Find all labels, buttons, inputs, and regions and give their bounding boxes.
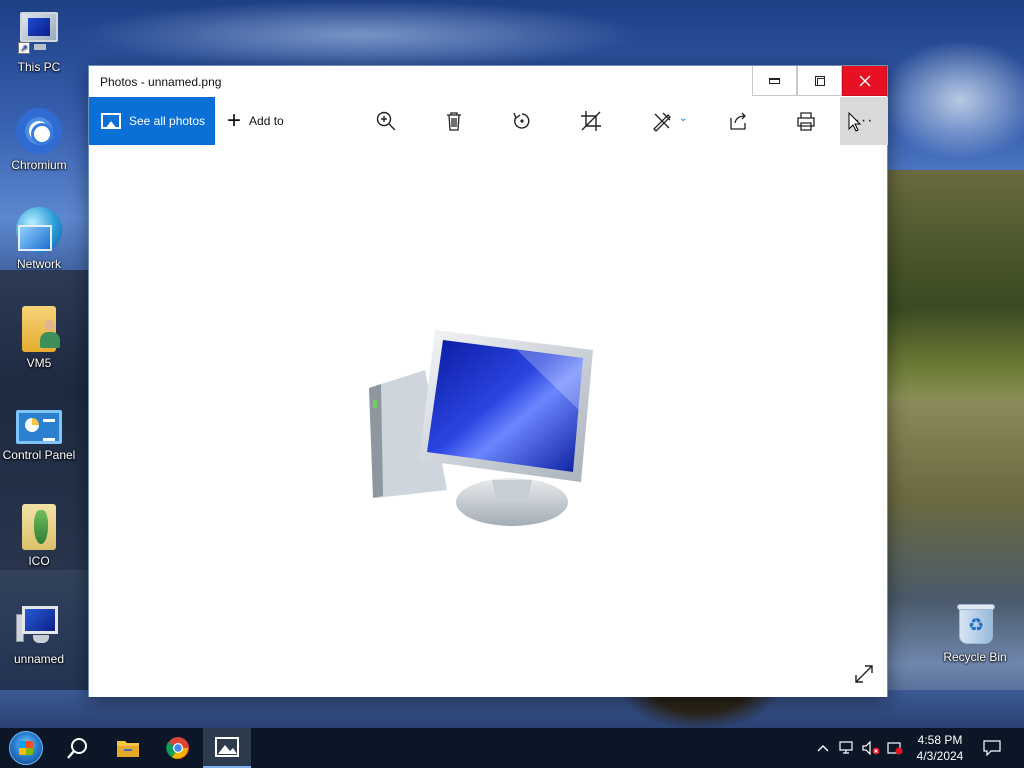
file-explorer-icon — [117, 741, 139, 757]
desktop-icon-network[interactable]: Network — [0, 207, 79, 271]
delete-button[interactable] — [439, 107, 469, 135]
chevron-down-icon[interactable]: ⌄ — [679, 113, 687, 124]
desktop-icon-label: Network — [16, 257, 61, 271]
wallpaper-lake — [888, 400, 1024, 728]
search-button[interactable] — [54, 728, 102, 768]
photos-taskbar-button[interactable] — [203, 728, 251, 768]
window-title: Photos - unnamed.png — [100, 75, 222, 89]
add-to-label: Add to — [249, 114, 284, 128]
desktop-icon-label: Recycle Bin — [943, 650, 1007, 664]
computer-image-icon — [16, 602, 62, 648]
title-bar[interactable]: Photos - unnamed.png — [89, 66, 887, 97]
desktop-icon-unnamed[interactable]: unnamed — [0, 602, 79, 666]
notifications-button[interactable] — [978, 728, 1006, 768]
computer-illustration — [369, 330, 593, 526]
photos-window: Photos - unnamed.png See all photos + Ad… — [88, 65, 888, 697]
network-icon — [839, 741, 853, 754]
desktop-icon-this-pc[interactable]: ↗ This PC — [0, 10, 79, 74]
share-button[interactable] — [723, 107, 753, 135]
wallpaper-cloud — [880, 40, 1024, 160]
desktop-icon-label: Chromium — [11, 158, 67, 172]
chevron-up-icon — [817, 745, 829, 752]
user-folder-icon — [22, 306, 60, 352]
full-screen-icon[interactable] — [853, 663, 875, 685]
minimize-icon — [769, 77, 780, 84]
mouse-cursor-icon — [848, 112, 862, 132]
photos-icon — [215, 737, 239, 757]
start-icon — [9, 731, 43, 765]
clock[interactable]: 4:58 PM 4/3/2024 — [900, 732, 980, 764]
image-canvas[interactable] — [89, 145, 887, 697]
volume-muted-icon — [862, 741, 880, 755]
desktop-icon-chromium[interactable]: Chromium — [0, 108, 79, 172]
network-tray-button[interactable] — [836, 728, 858, 768]
show-hidden-icons-button[interactable] — [812, 728, 834, 768]
close-button[interactable] — [842, 66, 887, 96]
wallpaper-cloud — [80, 0, 640, 70]
taskbar: 4:58 PM 4/3/2024 — [0, 728, 1024, 768]
desktop-icon-label: VM5 — [26, 356, 52, 370]
chrome-button[interactable] — [154, 728, 202, 768]
minimize-button[interactable] — [752, 66, 797, 96]
volume-tray-button[interactable] — [860, 728, 882, 768]
folder-icon — [22, 504, 56, 550]
this-pc-icon: ↗ — [16, 10, 62, 56]
clock-time: 4:58 PM — [917, 733, 963, 747]
desktop-icon-ico[interactable]: ICO — [0, 504, 79, 568]
zoom-in-icon — [376, 111, 396, 131]
file-explorer-button[interactable] — [104, 728, 152, 768]
see-all-photos-label: See all photos — [129, 114, 206, 128]
chrome-icon — [166, 737, 189, 759]
rotate-button[interactable] — [507, 107, 537, 135]
plus-icon: + — [227, 107, 242, 134]
zoom-button[interactable] — [371, 107, 401, 135]
photos-toolbar: See all photos + Add to ⌄ ··· — [89, 97, 888, 145]
crop-icon — [581, 111, 601, 131]
close-icon — [859, 75, 870, 86]
desktop-icon-label: Control Panel — [2, 448, 76, 462]
maximize-button[interactable] — [797, 66, 842, 96]
photo-icon — [101, 113, 121, 129]
delete-icon — [447, 112, 461, 131]
wallpaper-hill — [888, 170, 1024, 400]
restore-icon — [814, 75, 825, 86]
recycle-bin-icon — [955, 602, 995, 646]
see-all-photos-button[interactable]: See all photos — [89, 97, 215, 145]
desktop-icon-label: ICO — [28, 554, 50, 568]
share-icon — [730, 112, 746, 130]
rotate-icon — [513, 112, 530, 129]
edit-button[interactable] — [647, 107, 677, 135]
start-button[interactable] — [2, 728, 50, 768]
control-panel-icon — [16, 410, 62, 444]
crop-button[interactable] — [576, 107, 606, 135]
desktop-icon-label: unnamed — [13, 652, 65, 666]
add-to-button[interactable]: + Add to — [227, 97, 284, 145]
desktop-icon-recycle-bin[interactable]: Recycle Bin — [935, 602, 1015, 664]
chromium-icon — [16, 108, 62, 154]
search-icon — [67, 738, 87, 759]
notification-icon — [983, 740, 1001, 756]
desktop-icon-vm5[interactable]: VM5 — [0, 306, 79, 370]
desktop-icon-control-panel[interactable]: Control Panel — [0, 402, 79, 462]
network-icon — [16, 207, 62, 253]
print-button[interactable] — [791, 107, 821, 135]
desktop-icon-label: This PC — [17, 60, 61, 74]
clock-date: 4/3/2024 — [916, 749, 964, 763]
print-icon — [797, 112, 815, 131]
edit-icon — [653, 112, 671, 132]
